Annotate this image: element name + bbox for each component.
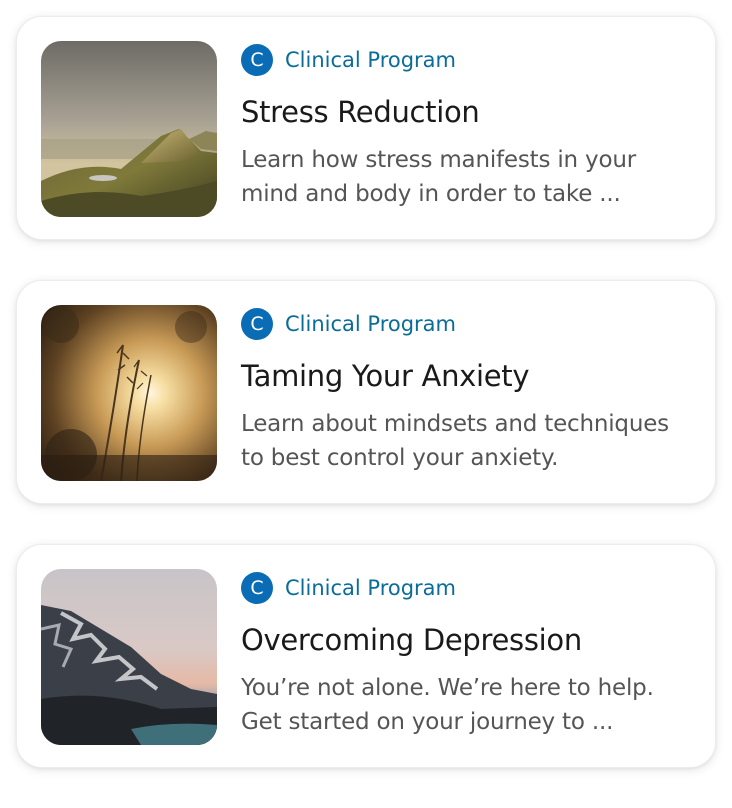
program-description: Learn about mindsets and techniques to b… [241, 407, 697, 475]
program-image-overcoming-depression[interactable] [41, 569, 217, 745]
program-title[interactable]: Taming Your Anxiety [241, 359, 697, 393]
program-badge: C Clinical Program [241, 307, 697, 341]
program-description-line: Learn how stress manifests in your [241, 147, 636, 173]
program-description-line: to best control your anxiety. [241, 445, 559, 471]
program-category-label: Clinical Program [285, 312, 457, 336]
clinical-badge-icon: C [241, 572, 273, 604]
program-title[interactable]: Overcoming Depression [241, 623, 697, 657]
program-description: You’re not alone. We’re here to help. Ge… [241, 671, 697, 739]
sun-through-grass-image [41, 305, 217, 481]
program-image-taming-your-anxiety[interactable] [41, 305, 217, 481]
program-category-label: Clinical Program [285, 576, 457, 600]
program-content: C Clinical Program Overcoming Depression… [241, 571, 697, 739]
program-image-stress-reduction[interactable] [41, 41, 217, 217]
program-card-overcoming-depression[interactable]: C Clinical Program Overcoming Depression… [16, 544, 716, 768]
mountain-valley-image [41, 41, 217, 217]
program-content: C Clinical Program Taming Your Anxiety L… [241, 307, 697, 475]
clinical-badge-icon: C [241, 308, 273, 340]
program-card-taming-your-anxiety[interactable]: C Clinical Program Taming Your Anxiety L… [16, 280, 716, 504]
program-badge: C Clinical Program [241, 571, 697, 605]
program-content: C Clinical Program Stress Reduction Lear… [241, 43, 697, 211]
program-badge: C Clinical Program [241, 43, 697, 77]
program-description-line: Get started on your journey to ... [241, 709, 614, 735]
program-description: Learn how stress manifests in your mind … [241, 143, 697, 211]
program-description-line: Learn about mindsets and techniques [241, 411, 669, 437]
program-card-stress-reduction[interactable]: C Clinical Program Stress Reduction Lear… [16, 16, 716, 240]
program-list: C Clinical Program Stress Reduction Lear… [16, 16, 716, 808]
program-title[interactable]: Stress Reduction [241, 95, 697, 129]
clinical-badge-icon: C [241, 44, 273, 76]
program-description-line: mind and body in order to take ... [241, 181, 621, 207]
program-category-label: Clinical Program [285, 48, 457, 72]
snowy-mountain-lake-image [41, 569, 217, 745]
program-description-line: You’re not alone. We’re here to help. [241, 675, 654, 701]
